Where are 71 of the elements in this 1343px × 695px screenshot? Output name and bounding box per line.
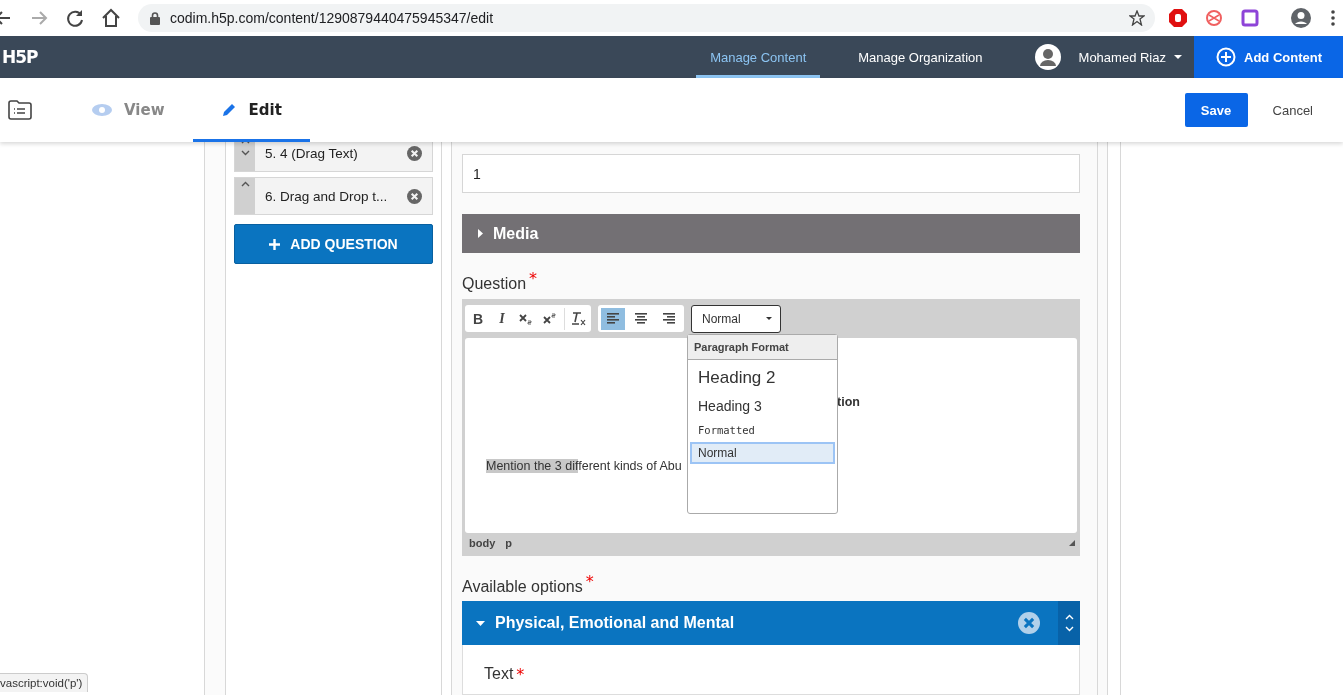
remove-icon[interactable] [407, 145, 422, 161]
nav-link[interactable]: Manage Organization [844, 36, 997, 78]
address-bar[interactable]: codim.h5p.com/content/1290879440475945347/edit [138, 4, 1155, 32]
stop-hand-icon[interactable] [1169, 9, 1187, 27]
dropdown-title: Paragraph Format [688, 335, 837, 360]
format-option[interactable]: Normal [690, 442, 835, 464]
align-left-icon [605, 312, 621, 325]
element-path-link[interactable]: body [469, 537, 496, 549]
options-label: Available options [462, 578, 583, 596]
star-icon[interactable] [1129, 10, 1145, 26]
media-section-bar[interactable]: Media [462, 214, 1080, 253]
tab[interactable]: View [64, 78, 193, 142]
avatar-icon [1034, 44, 1061, 70]
home-icon[interactable] [100, 7, 122, 29]
collapse-arrow-icon [476, 620, 485, 626]
required-mark: * [516, 665, 525, 684]
paragraph-text: Mention the 3 different kinds of Abu [486, 459, 682, 473]
knot-icon[interactable] [1205, 9, 1223, 27]
add-content-button[interactable]: Add Content [1194, 36, 1343, 78]
caret-icon [766, 317, 772, 320]
align-right-icon [661, 312, 677, 325]
format-select[interactable]: Normal [691, 304, 781, 333]
plus-circle-icon [1216, 47, 1236, 67]
menu-icon[interactable] [1331, 10, 1335, 26]
align-left-button[interactable] [601, 307, 625, 330]
element-path-link[interactable]: p [505, 537, 512, 549]
user-menu[interactable]: Mohamed Riaz [1008, 36, 1194, 78]
question-item[interactable]: 6. Drag and Drop t... [234, 177, 433, 215]
question-item[interactable]: 5. 4 (Drag Text) [234, 142, 433, 172]
reorder-handle[interactable] [235, 178, 255, 214]
italic-button[interactable]: I [492, 307, 512, 330]
question-label: Question [462, 275, 527, 293]
logo[interactable]: H5P [0, 47, 685, 67]
heading-text: tion [837, 395, 860, 409]
option-title: Physical, Emotional and Mental [462, 614, 1018, 632]
add-question-button[interactable]: ADD QUESTION [234, 224, 433, 264]
format-option[interactable]: Heading 3 [690, 394, 835, 418]
move-down-icon[interactable] [240, 150, 250, 156]
option-header-bar[interactable]: Physical, Emotional and Mental [462, 601, 1080, 645]
subscript-icon [519, 312, 533, 325]
pencil-icon [220, 102, 237, 118]
clear-format-button[interactable] [564, 307, 588, 330]
bold-button[interactable]: B [468, 307, 488, 330]
format-option[interactable]: Formatted [690, 420, 835, 440]
cancel-link[interactable]: Cancel [1247, 102, 1343, 118]
square-icon[interactable] [1241, 9, 1259, 27]
lock-icon [150, 11, 160, 25]
profile-icon[interactable] [1291, 8, 1311, 28]
expand-arrow-icon [478, 229, 483, 238]
number-field[interactable]: 1 [462, 154, 1080, 193]
save-button[interactable]: Save [1184, 93, 1248, 127]
required-mark: * [585, 572, 594, 591]
resize-handle-icon[interactable] [1069, 540, 1075, 546]
remove-icon[interactable] [1018, 612, 1040, 634]
remove-icon[interactable] [407, 188, 422, 204]
url-text: codim.h5p.com/content/1290879440475945347/edit [170, 10, 495, 26]
rich-text-editor[interactable]: B I Normal tion Mention the 3 different kinds of Abu body p Paragraph Format Heading 2 Heading 3 Formatted Normal [462, 299, 1080, 556]
question-title: 6. Drag and Drop t... [264, 188, 389, 204]
format-option[interactable]: Heading 2 [690, 364, 835, 392]
required-mark: * [529, 269, 538, 288]
superscript-icon [543, 312, 557, 325]
reorder-handle[interactable] [235, 142, 255, 171]
question-title: 5. 4 (Drag Text) [264, 145, 359, 161]
status-link-tooltip: vascript:void('p') [0, 673, 89, 692]
plus-icon [269, 238, 281, 250]
caret-icon [1174, 55, 1182, 59]
list-icon[interactable] [8, 100, 32, 120]
eye-icon [92, 104, 112, 116]
align-center-icon [633, 312, 649, 325]
clear-format-icon [570, 311, 587, 326]
text-label: Text [484, 665, 514, 683]
